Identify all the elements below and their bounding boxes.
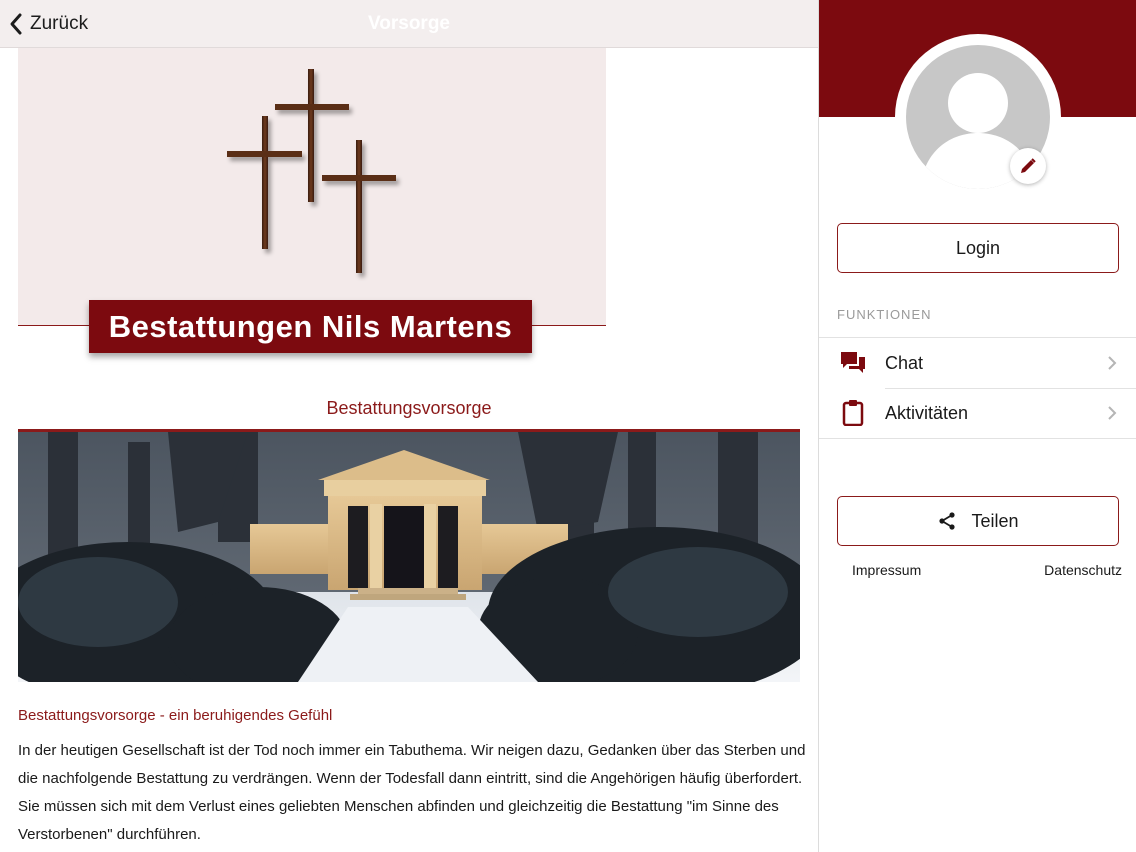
share-icon [939, 512, 956, 530]
share-button-label: Teilen [971, 510, 1019, 531]
impressum-link[interactable]: Impressum [852, 562, 921, 578]
menu-item-aktivitaeten-label: Aktivitäten [885, 402, 969, 423]
login-button-label: Login [955, 237, 1001, 258]
share-button[interactable]: Teilen [837, 496, 1119, 546]
company-name-banner: Bestattungen Nils Martens [89, 300, 532, 353]
company-name: Bestattungen Nils Martens [108, 308, 513, 344]
sidebar: Login FUNKTIONEN Chat Aktivitäten Teilen… [818, 0, 1136, 852]
menu-item-chat-label: Chat [885, 352, 924, 373]
crosses-logo-image [227, 69, 396, 273]
chevron-right-icon [1108, 406, 1117, 420]
functions-section-label: FUNKTIONEN [837, 307, 932, 322]
footer-links: Impressum Datenschutz [852, 562, 1122, 578]
datenschutz-link[interactable]: Datenschutz [1044, 562, 1122, 578]
login-button[interactable]: Login [837, 223, 1119, 273]
main-content: Zurück Vorsorge Bestattungen Nils Marten… [0, 0, 818, 852]
top-navigation-bar: Zurück Vorsorge [0, 0, 818, 48]
edit-avatar-button[interactable] [1010, 148, 1046, 184]
chevron-right-icon [1108, 356, 1117, 370]
functions-menu: Chat Aktivitäten [819, 337, 1136, 439]
article-subheading: Bestattungsvorsorge - ein beruhigendes G… [18, 707, 333, 724]
article-paragraph: In der heutigen Gesellschaft ist der Tod… [18, 742, 806, 843]
hero-banner [18, 48, 606, 326]
chat-icon [841, 352, 865, 373]
menu-item-chat[interactable]: Chat [819, 338, 1136, 388]
pencil-icon [1021, 158, 1036, 173]
mausoleum-winter-photo [18, 429, 800, 682]
clipboard-icon [842, 400, 864, 426]
section-title: Bestattungsvorsorge [326, 398, 492, 418]
menu-item-aktivitaeten[interactable]: Aktivitäten [819, 388, 1136, 438]
page-title: Vorsorge [367, 13, 450, 34]
